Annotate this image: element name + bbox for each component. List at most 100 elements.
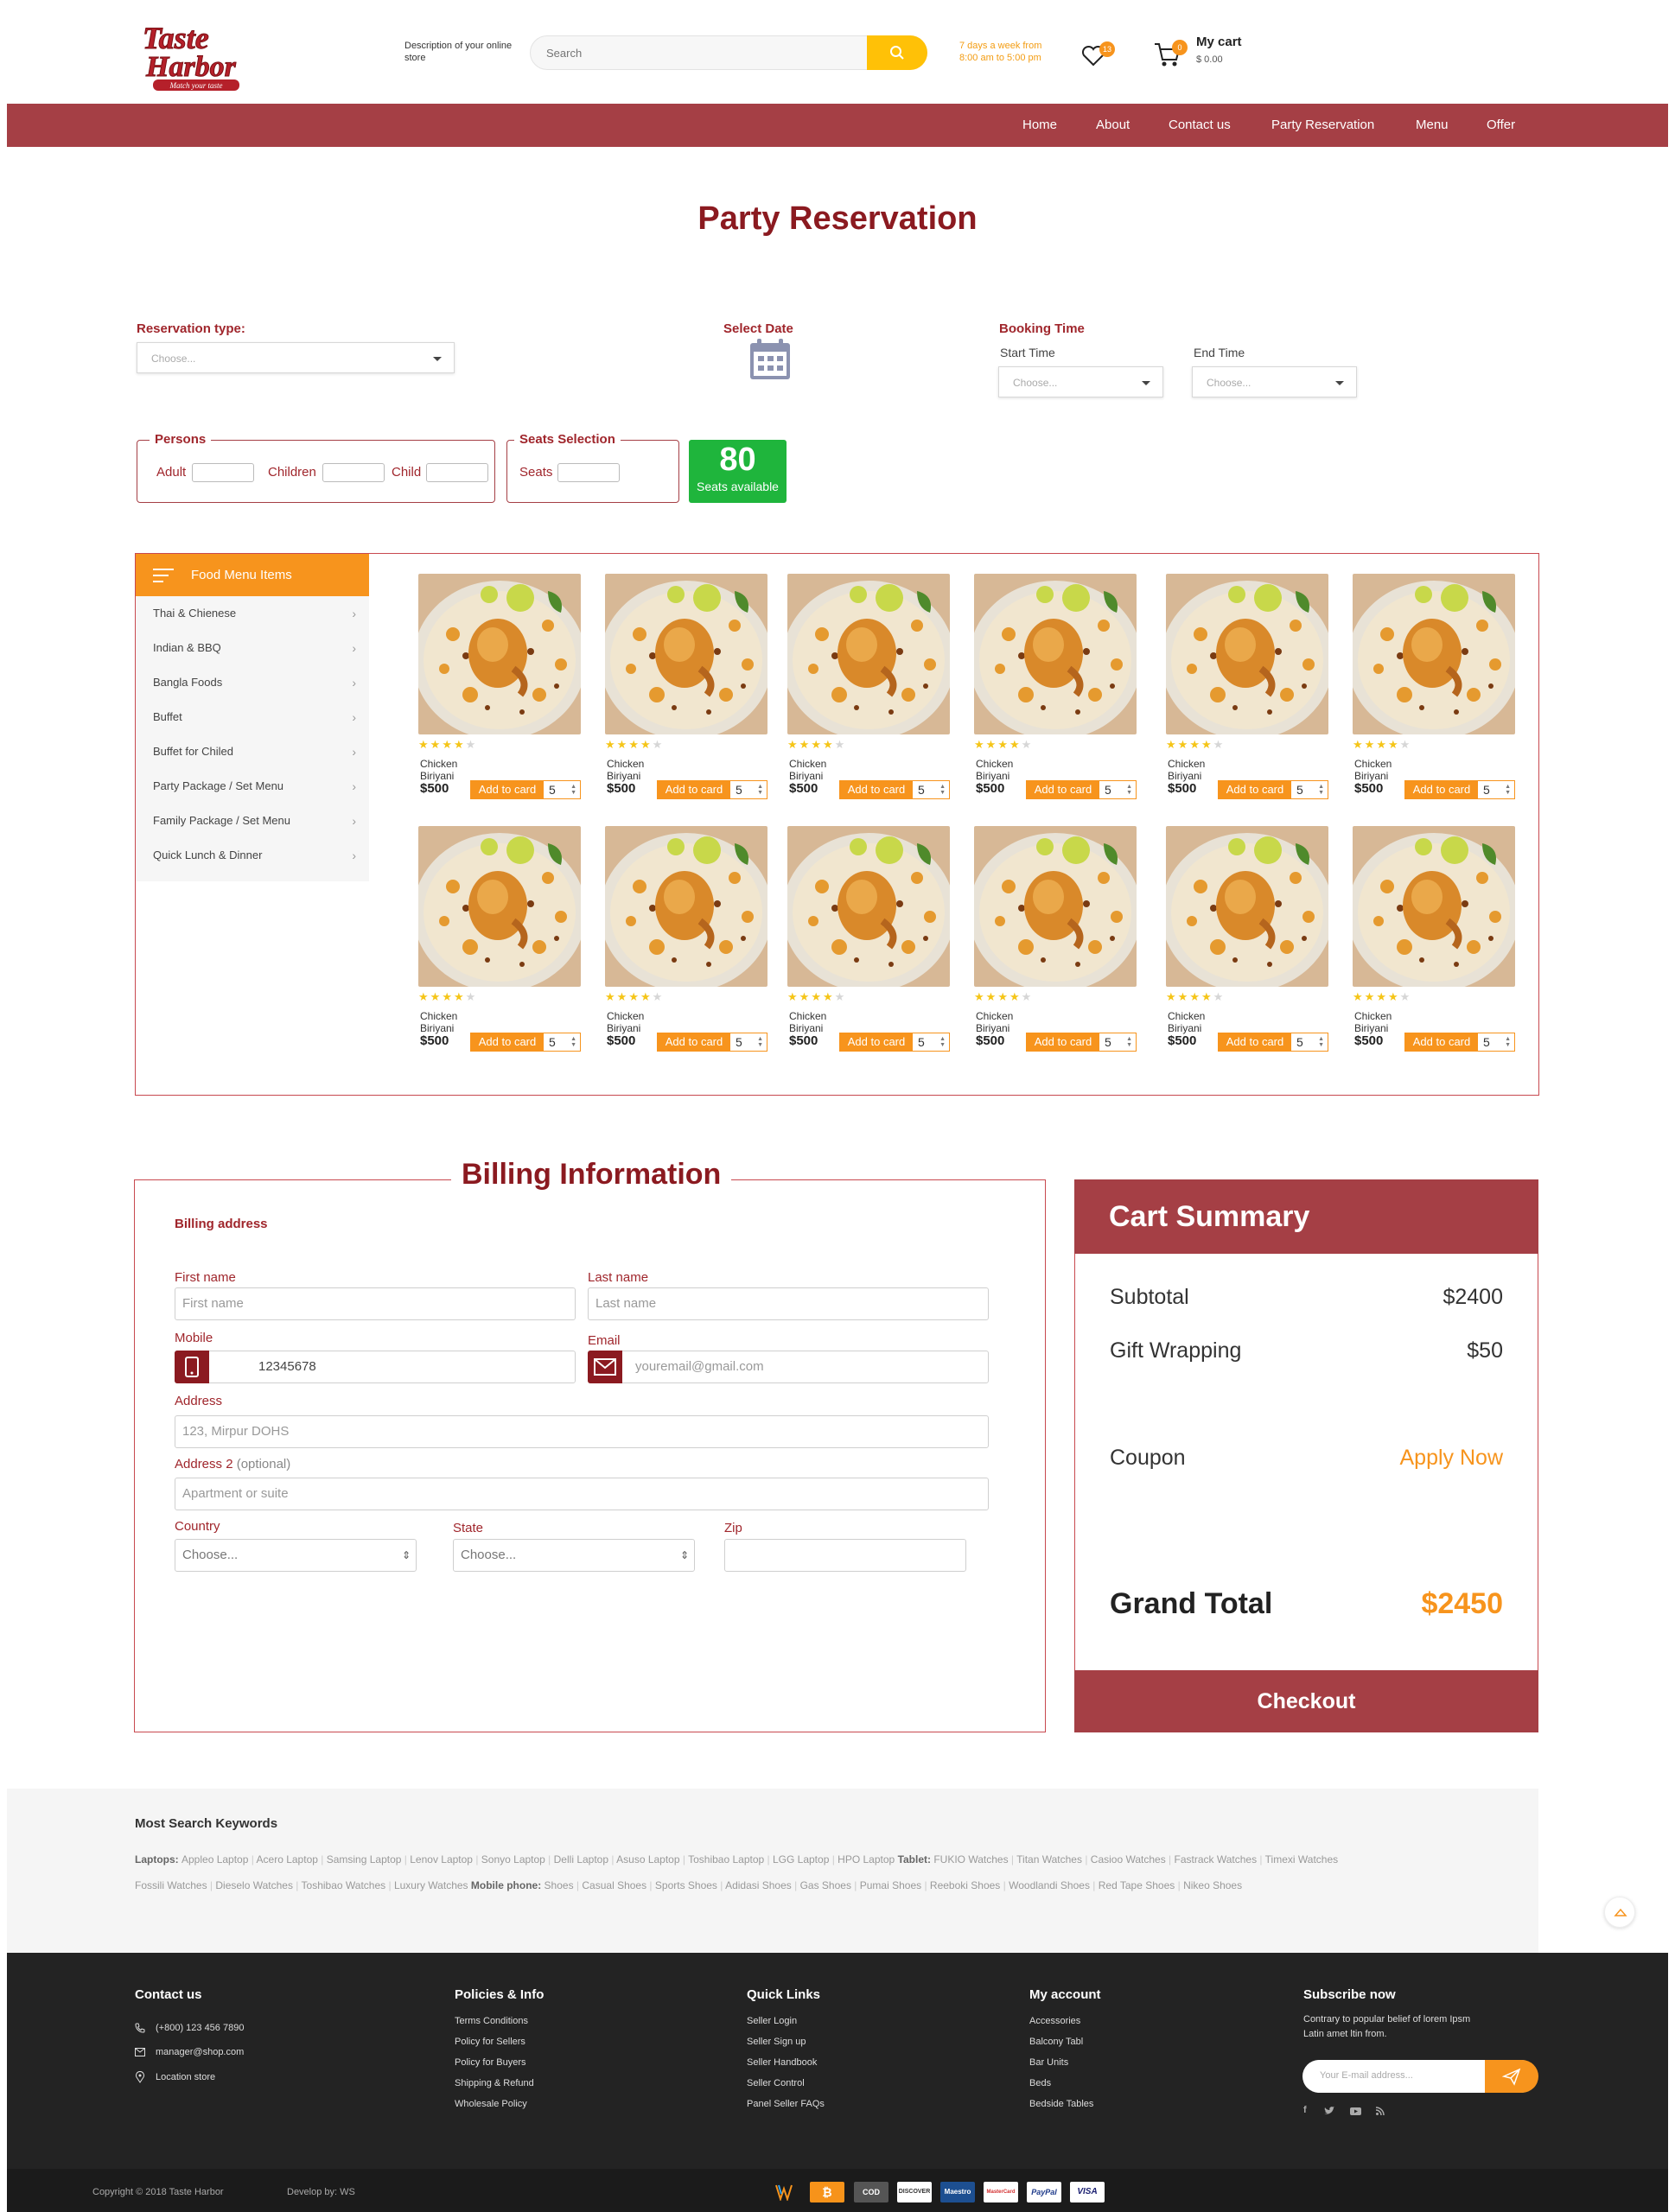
footer-account-link[interactable]: Accessories: [1029, 2016, 1080, 2026]
end-time-select[interactable]: Choose...: [1192, 366, 1357, 397]
zip-input[interactable]: [724, 1539, 966, 1572]
add-to-cart-button[interactable]: Add to card: [1219, 781, 1291, 798]
email-input[interactable]: youremail@gmail.com: [588, 1351, 989, 1383]
keyword-link[interactable]: Samsing Laptop: [327, 1853, 402, 1866]
product-image[interactable]: [418, 826, 581, 987]
quantity-stepper[interactable]: 5: [1483, 1033, 1490, 1051]
footer-quick-link[interactable]: Seller Login: [747, 2016, 797, 2026]
nav-offer[interactable]: Offer: [1487, 104, 1515, 147]
site-logo[interactable]: Taste Harbor Match your taste: [134, 16, 255, 92]
back-to-top-button[interactable]: [1604, 1897, 1635, 1928]
child-input[interactable]: [426, 463, 488, 482]
keyword-link[interactable]: Red Tape Shoes: [1099, 1879, 1175, 1891]
nav-contact[interactable]: Contact us: [1169, 104, 1231, 147]
stepper-arrows-icon[interactable]: ▲ ▼: [1318, 1036, 1324, 1048]
address-input[interactable]: 123, Mirpur DOHS: [175, 1415, 989, 1448]
stepper-arrows-icon[interactable]: ▲ ▼: [757, 784, 763, 796]
keyword-link[interactable]: Appleo Laptop: [182, 1853, 248, 1866]
keyword-link[interactable]: Luxury Watches: [394, 1879, 468, 1891]
nav-home[interactable]: Home: [1022, 104, 1057, 147]
add-to-cart-button[interactable]: Add to card: [471, 1033, 544, 1051]
keyword-link[interactable]: Asuso Laptop: [616, 1853, 679, 1866]
checkout-button[interactable]: Checkout: [1074, 1670, 1538, 1732]
quantity-stepper[interactable]: 5: [549, 781, 556, 798]
keyword-link[interactable]: Gas Shoes: [800, 1879, 851, 1891]
add-to-cart-button[interactable]: Add to card: [1405, 1033, 1478, 1051]
product-image[interactable]: [1166, 574, 1328, 734]
quantity-stepper[interactable]: 5: [1483, 781, 1490, 798]
wishlist-button[interactable]: 13: [1080, 38, 1115, 67]
category-buffet-chiled[interactable]: Buffet for Chiled ›: [153, 734, 356, 769]
start-time-select[interactable]: Choose...: [998, 366, 1163, 397]
footer-policy-link[interactable]: Policy for Sellers: [455, 2037, 525, 2047]
children-input[interactable]: [322, 463, 385, 482]
footer-phone[interactable]: (+800) 123 456 7890: [156, 2023, 244, 2033]
add-to-cart-button[interactable]: Add to card: [658, 1033, 730, 1051]
quantity-stepper[interactable]: 5: [1105, 781, 1111, 798]
keyword-link[interactable]: Delli Laptop: [554, 1853, 608, 1866]
category-bangla-foods[interactable]: Bangla Foods ›: [153, 665, 356, 700]
subscribe-button[interactable]: [1485, 2060, 1538, 2093]
keyword-link[interactable]: Adidasi Shoes: [725, 1879, 792, 1891]
product-image[interactable]: [1353, 574, 1515, 734]
add-to-cart-button[interactable]: Add to card: [840, 781, 913, 798]
keyword-link[interactable]: Fossili Watches: [135, 1879, 207, 1891]
quantity-stepper[interactable]: 5: [736, 1033, 742, 1051]
stepper-arrows-icon[interactable]: ▲ ▼: [1505, 1036, 1511, 1048]
quantity-stepper[interactable]: 5: [1105, 1033, 1111, 1051]
quantity-stepper[interactable]: 5: [918, 1033, 925, 1051]
keyword-link[interactable]: FUKIO Watches: [933, 1853, 1008, 1866]
add-to-cart-button[interactable]: Add to card: [840, 1033, 913, 1051]
twitter-icon[interactable]: [1324, 2107, 1334, 2115]
product-image[interactable]: [605, 574, 767, 734]
first-name-input[interactable]: First name: [175, 1287, 576, 1320]
keyword-link[interactable]: Sonyo Laptop: [481, 1853, 545, 1866]
quantity-stepper[interactable]: 5: [1296, 1033, 1303, 1051]
adult-input[interactable]: [192, 463, 254, 482]
category-party-package[interactable]: Party Package / Set Menu ›: [153, 769, 356, 804]
category-buffet[interactable]: Buffet ›: [153, 700, 356, 734]
stepper-arrows-icon[interactable]: ▲ ▼: [939, 784, 946, 796]
stepper-arrows-icon[interactable]: ▲ ▼: [1126, 1036, 1132, 1048]
add-to-cart-button[interactable]: Add to card: [1219, 1033, 1291, 1051]
stepper-arrows-icon[interactable]: ▲ ▼: [1505, 784, 1511, 796]
keyword-link[interactable]: Sports Shoes: [655, 1879, 717, 1891]
footer-account-link[interactable]: Bedside Tables: [1029, 2099, 1093, 2109]
stepper-arrows-icon[interactable]: ▲ ▼: [570, 784, 576, 796]
mobile-input[interactable]: 12345678: [175, 1351, 576, 1383]
keyword-link[interactable]: Casioo Watches: [1091, 1853, 1166, 1866]
footer-email[interactable]: manager@shop.com: [156, 2047, 244, 2057]
keyword-link[interactable]: Nikeo Shoes: [1183, 1879, 1242, 1891]
add-to-cart-button[interactable]: Add to card: [1027, 781, 1099, 798]
product-image[interactable]: [787, 574, 950, 734]
apply-coupon-link[interactable]: Apply Now: [1400, 1446, 1504, 1471]
rss-icon[interactable]: [1376, 2107, 1385, 2115]
keyword-link[interactable]: Casual Shoes: [582, 1879, 646, 1891]
stepper-arrows-icon[interactable]: ▲ ▼: [1126, 784, 1132, 796]
keyword-link[interactable]: Dieselo Watches: [215, 1879, 293, 1891]
add-to-cart-button[interactable]: Add to card: [1405, 781, 1478, 798]
footer-account-link[interactable]: Balcony Tabl: [1029, 2037, 1083, 2047]
keyword-link[interactable]: Lenov Laptop: [410, 1853, 473, 1866]
footer-account-link[interactable]: Bar Units: [1029, 2057, 1068, 2068]
address2-input[interactable]: Apartment or suite: [175, 1478, 989, 1510]
cart-label[interactable]: My cart: [1196, 35, 1242, 49]
footer-quick-link[interactable]: Seller Control: [747, 2078, 805, 2088]
keyword-link[interactable]: Shoes: [545, 1879, 574, 1891]
add-to-cart-button[interactable]: Add to card: [658, 781, 730, 798]
quantity-stepper[interactable]: 5: [736, 781, 742, 798]
category-quick-lunch[interactable]: Quick Lunch & Dinner ›: [153, 838, 356, 873]
keyword-link[interactable]: LGG Laptop: [773, 1853, 829, 1866]
product-image[interactable]: [418, 574, 581, 734]
country-select[interactable]: Choose... ⇕: [175, 1539, 417, 1572]
cart-button[interactable]: 0: [1153, 38, 1188, 67]
nav-about[interactable]: About: [1096, 104, 1130, 147]
product-image[interactable]: [1166, 826, 1328, 987]
footer-quick-link[interactable]: Panel Seller FAQs: [747, 2099, 825, 2109]
product-image[interactable]: [787, 826, 950, 987]
keyword-link[interactable]: Timexi Watches: [1265, 1853, 1338, 1866]
stepper-arrows-icon[interactable]: ▲ ▼: [1318, 784, 1324, 796]
keyword-link[interactable]: Pumai Shoes: [860, 1879, 921, 1891]
calendar-icon[interactable]: [748, 338, 792, 381]
keyword-link[interactable]: Acero Laptop: [257, 1853, 318, 1866]
